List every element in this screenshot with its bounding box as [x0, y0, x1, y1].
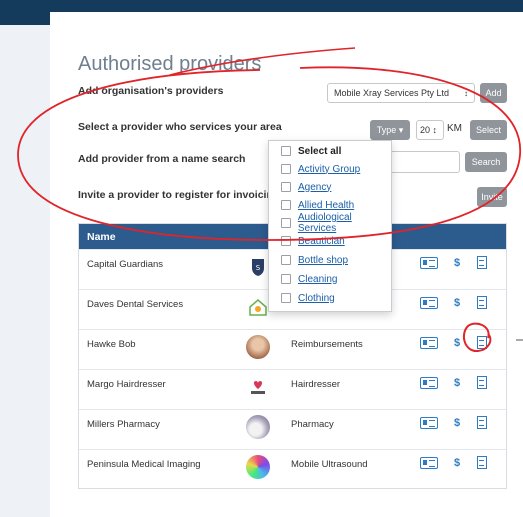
dropdown-option-select-all[interactable]: Select all [281, 143, 341, 159]
checkbox[interactable] [281, 146, 291, 156]
provider-category: Pharmacy [291, 419, 334, 430]
provider-avatar [246, 335, 270, 359]
dropdown-option[interactable]: Allied Health [281, 197, 354, 213]
provider-name: Peninsula Medical Imaging [87, 459, 201, 470]
add-org-label: Add organisation's providers [78, 85, 224, 97]
org-select-value: Mobile Xray Services Pty Ltd [334, 88, 450, 98]
id-card-icon[interactable] [420, 377, 438, 389]
provider-logo [246, 375, 270, 399]
select-button[interactable]: Select [470, 120, 507, 140]
dropdown-option[interactable]: Audiological Services [281, 212, 391, 234]
id-card-icon[interactable] [420, 257, 438, 269]
provider-name: Margo Hairdresser [87, 379, 166, 390]
checkbox[interactable] [281, 236, 291, 246]
checkbox[interactable] [281, 200, 291, 210]
name-search-input[interactable] [385, 151, 460, 173]
document-icon[interactable] [477, 336, 487, 349]
id-card-icon[interactable] [420, 297, 438, 309]
id-card-icon[interactable] [420, 337, 438, 349]
select-area-label: Select a provider who services your area [78, 121, 282, 133]
dropdown-option[interactable]: Agency [281, 179, 331, 195]
option-label: Bottle shop [298, 254, 349, 266]
checkbox[interactable] [281, 164, 291, 174]
dollar-icon[interactable]: $ [454, 297, 460, 309]
invite-button[interactable]: Invite [477, 187, 507, 207]
document-icon[interactable] [477, 416, 487, 429]
option-label: Audiological Services [297, 212, 352, 234]
provider-category: Mobile Ultrasound [291, 459, 368, 470]
option-label: Cleaning [298, 273, 338, 285]
provider-category: Reimbursements [291, 339, 363, 350]
dollar-icon[interactable]: $ [454, 337, 460, 349]
provider-logo: S [246, 255, 270, 279]
table-row: Millers Pharmacy Pharmacy $ [79, 409, 506, 449]
dropdown-option[interactable]: Cleaning [281, 271, 337, 287]
dollar-icon[interactable]: $ [454, 457, 460, 469]
invite-label: Invite a provider to register for invoic… [78, 189, 280, 201]
dollar-icon[interactable]: $ [454, 417, 460, 429]
checkbox[interactable] [281, 218, 291, 228]
org-select[interactable]: Mobile Xray Services Pty Ltd ↕ [327, 83, 475, 103]
document-icon[interactable] [477, 456, 487, 469]
option-label: Select all [298, 145, 342, 157]
provider-name: Daves Dental Services [87, 299, 184, 310]
add-button[interactable]: Add [480, 83, 507, 103]
document-icon[interactable] [477, 256, 487, 269]
type-dropdown-menu: Select all Activity Group Agency Allied … [268, 140, 392, 312]
dropdown-option[interactable]: Clothing [281, 290, 335, 306]
option-label: Clothing [298, 292, 335, 304]
provider-logo [246, 415, 270, 439]
option-label: Agency [298, 181, 332, 193]
km-select[interactable]: 20 ↕ [416, 120, 444, 140]
provider-name: Millers Pharmacy [87, 419, 160, 430]
dropdown-option[interactable]: Activity Group [281, 161, 360, 177]
name-search-label: Add provider from a name search [78, 153, 246, 165]
provider-logo [246, 455, 270, 479]
select-arrow-icon: ↕ [464, 88, 468, 98]
dollar-icon[interactable]: $ [454, 257, 460, 269]
km-label: KM [447, 123, 462, 134]
search-button[interactable]: Search [465, 152, 507, 172]
dropdown-option[interactable]: Bottle shop [281, 252, 348, 268]
document-icon[interactable] [477, 296, 487, 309]
provider-category: Hairdresser [291, 379, 341, 390]
document-icon[interactable] [477, 376, 487, 389]
provider-logo [246, 295, 270, 319]
svg-text:S: S [256, 264, 261, 272]
checkbox[interactable] [281, 274, 291, 284]
table-row: Margo Hairdresser Hairdresser $ [79, 369, 506, 409]
table-row: Peninsula Medical Imaging Mobile Ultraso… [79, 449, 506, 489]
checkbox[interactable] [281, 182, 291, 192]
checkbox[interactable] [281, 255, 291, 265]
dollar-icon[interactable]: $ [454, 377, 460, 389]
provider-name: Capital Guardians [87, 259, 164, 270]
checkbox[interactable] [281, 293, 291, 303]
table-row: Hawke Bob Reimbursements $ [79, 329, 506, 369]
type-button[interactable]: Type ▾ [370, 120, 410, 140]
id-card-icon[interactable] [420, 417, 438, 429]
option-label: Beautician [298, 235, 345, 247]
option-label: Activity Group [298, 163, 361, 175]
provider-name: Hawke Bob [87, 339, 136, 350]
id-card-icon[interactable] [420, 457, 438, 469]
dropdown-option[interactable]: Beautician [281, 233, 345, 249]
page-title: Authorised providers [78, 53, 262, 75]
option-label: Allied Health [298, 199, 355, 211]
